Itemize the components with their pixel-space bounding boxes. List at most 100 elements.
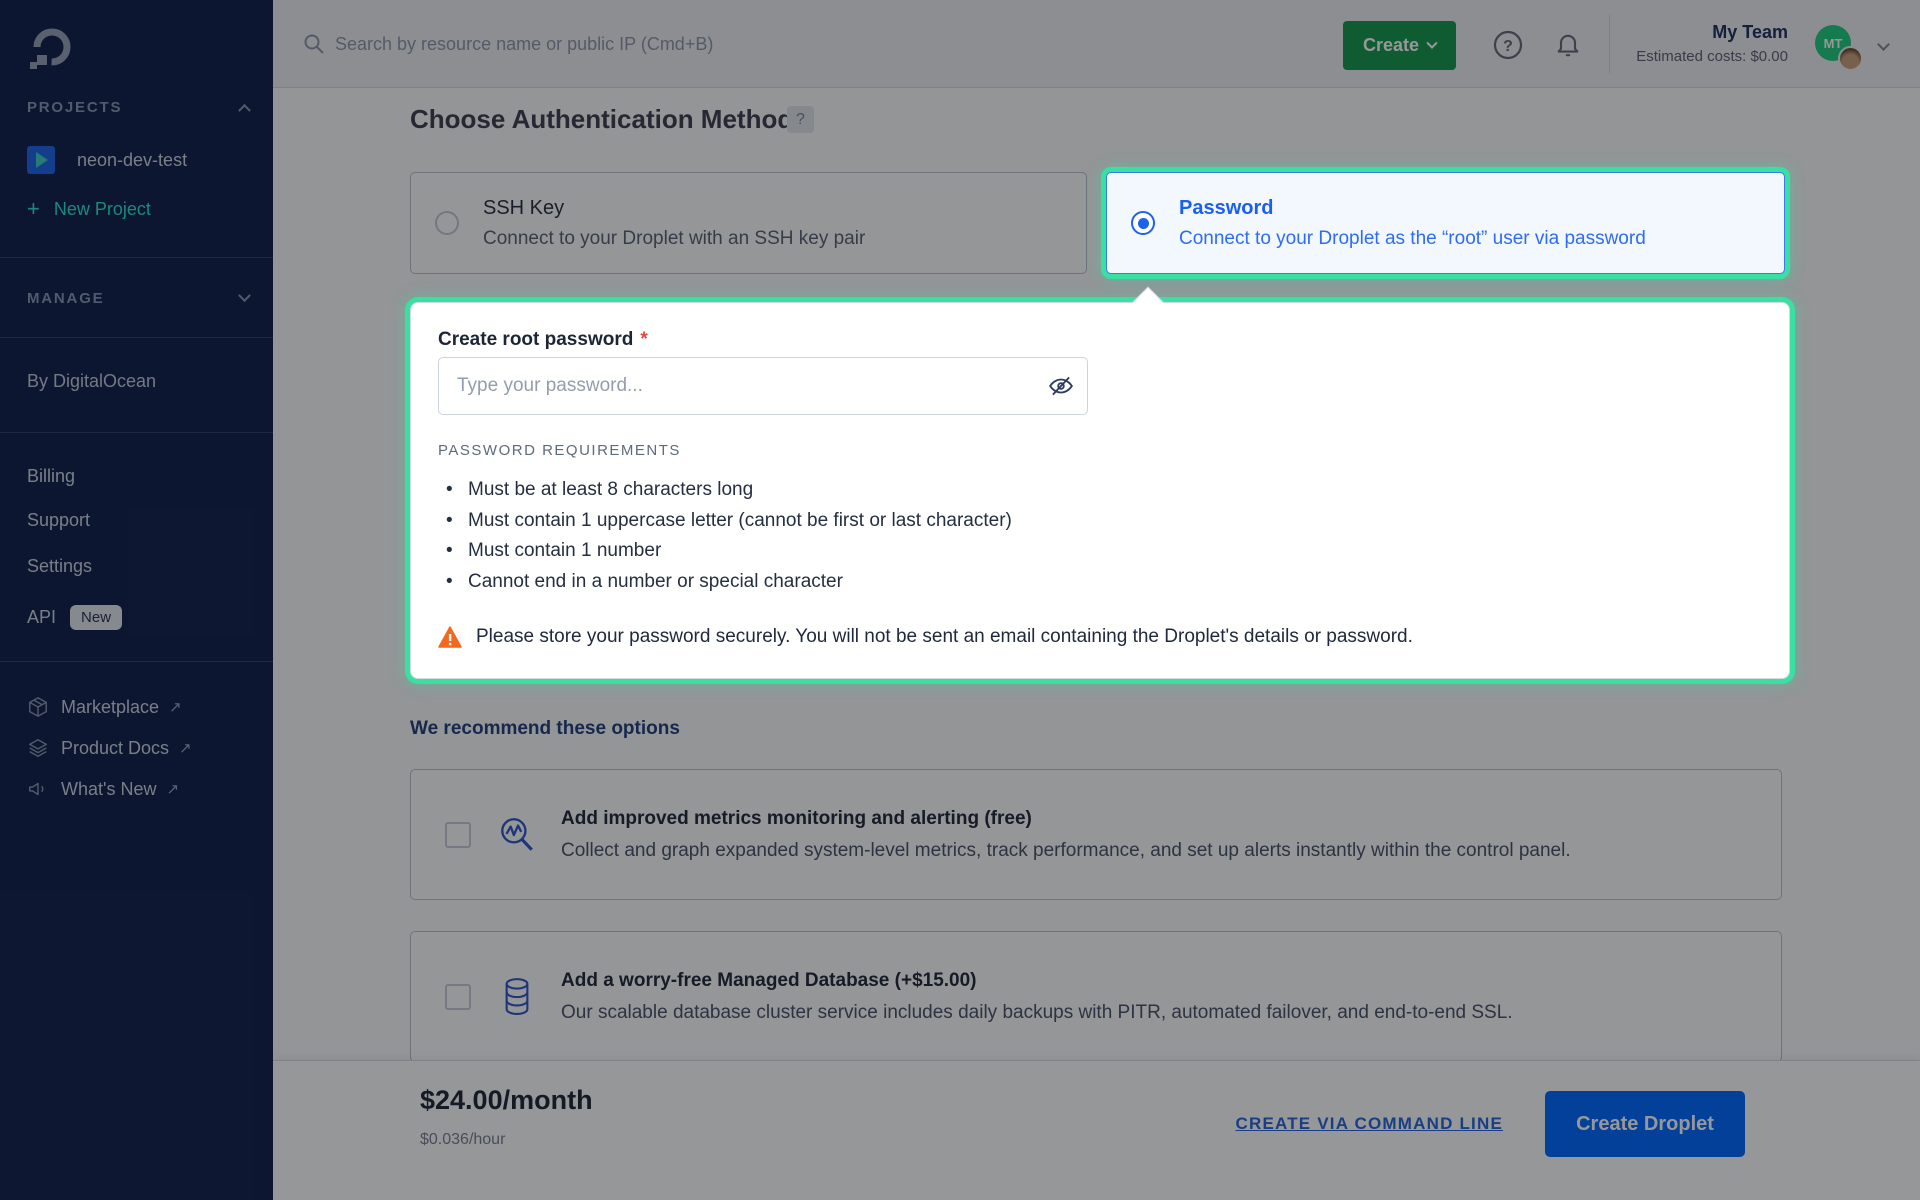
- search-icon: [303, 33, 325, 60]
- avatar-initials: MT: [1824, 36, 1843, 51]
- help-glyph: ?: [1503, 38, 1513, 55]
- chevron-down-icon[interactable]: [1877, 38, 1890, 51]
- password-requirements-list: Must be at least 8 characters long Must …: [438, 475, 1012, 597]
- requirement-item: Cannot end in a number or special charac…: [438, 567, 1012, 598]
- monthly-price: $24.00/month: [420, 1085, 593, 1116]
- option-card-managed-database[interactable]: Add a worry-free Managed Database (+$15.…: [410, 931, 1782, 1062]
- sidebar-item-settings[interactable]: Settings: [27, 550, 249, 582]
- sidebar-item-support[interactable]: Support: [27, 504, 249, 536]
- whats-new-label: What's New: [61, 779, 156, 800]
- topbar-divider: [1609, 15, 1610, 73]
- api-label: API: [27, 607, 56, 628]
- database-icon: [495, 976, 539, 1018]
- sidebar-divider: [0, 257, 273, 258]
- new-project-label: New Project: [54, 199, 151, 220]
- metrics-checkbox[interactable]: [445, 822, 471, 848]
- new-badge: New: [70, 605, 122, 630]
- projects-header-label: PROJECTS: [27, 99, 122, 116]
- root-password-input[interactable]: [438, 357, 1088, 415]
- manage-header-label: MANAGE: [27, 290, 104, 307]
- sidebar-divider: [0, 337, 273, 338]
- password-panel: Create root password* PASSWORD REQUIREME…: [410, 302, 1790, 679]
- password-warning: Please store your password securely. You…: [438, 626, 1413, 648]
- create-button[interactable]: Create: [1343, 21, 1456, 70]
- sidebar-link-whats-new[interactable]: What's New ↗: [27, 772, 249, 806]
- ssh-key-title: SSH Key: [483, 197, 865, 220]
- create-droplet-button[interactable]: Create Droplet: [1545, 1091, 1745, 1157]
- eye-off-icon: [1048, 373, 1074, 399]
- sidebar-item-by-digitalocean[interactable]: By DigitalOcean: [27, 366, 249, 396]
- notifications-bell-button[interactable]: [1554, 30, 1582, 61]
- estimated-costs-label: Estimated costs: $0.00: [1636, 48, 1788, 65]
- requirement-item: Must contain 1 uppercase letter (cannot …: [438, 506, 1012, 537]
- password-description: Connect to your Droplet as the “root” us…: [1179, 228, 1646, 250]
- sidebar-item-api[interactable]: API New: [27, 600, 249, 634]
- database-checkbox[interactable]: [445, 984, 471, 1010]
- footer-bar: $24.00/month $0.036/hour CREATE VIA COMM…: [273, 1060, 1920, 1200]
- external-link-arrow-icon: ↗: [169, 698, 182, 716]
- password-title: Password: [1179, 197, 1646, 220]
- radio-unselected-icon[interactable]: [435, 211, 459, 235]
- hourly-price: $0.036/hour: [420, 1131, 505, 1149]
- sidebar-item-project[interactable]: neon-dev-test: [27, 142, 249, 178]
- create-via-command-line-link[interactable]: CREATE VIA COMMAND LINE: [1236, 1114, 1503, 1134]
- requirement-item: Must be at least 8 characters long: [438, 475, 1012, 506]
- auth-option-ssh-key[interactable]: SSH Key Connect to your Droplet with an …: [410, 172, 1087, 274]
- recommend-heading: We recommend these options: [410, 718, 680, 740]
- panel-caret: [1132, 286, 1163, 317]
- projects-section-header[interactable]: PROJECTS: [27, 93, 249, 121]
- chevron-up-icon: [238, 103, 251, 116]
- external-link-arrow-icon: ↗: [179, 739, 192, 757]
- digitalocean-logo-icon[interactable]: [28, 26, 74, 72]
- metrics-option-title: Add improved metrics monitoring and aler…: [561, 808, 1571, 830]
- user-avatar[interactable]: [1838, 46, 1863, 71]
- sidebar-divider: [0, 432, 273, 433]
- sidebar-link-marketplace[interactable]: Marketplace ↗: [27, 690, 249, 724]
- team-menu[interactable]: My Team Estimated costs: $0.00: [1636, 22, 1788, 65]
- main-content: Choose Authentication Method ? SSH Key C…: [273, 89, 1920, 1060]
- search-input[interactable]: [335, 24, 1095, 64]
- ssh-key-description: Connect to your Droplet with an SSH key …: [483, 228, 865, 250]
- new-project-button[interactable]: + New Project: [27, 191, 249, 227]
- billing-label: Billing: [27, 466, 75, 487]
- project-name-label: neon-dev-test: [77, 150, 187, 171]
- required-asterisk: *: [640, 329, 647, 350]
- marketplace-label: Marketplace: [61, 697, 159, 718]
- database-option-title: Add a worry-free Managed Database (+$15.…: [561, 970, 1513, 992]
- auth-option-password[interactable]: Password Connect to your Droplet as the …: [1106, 172, 1785, 274]
- cube-icon: [27, 696, 49, 718]
- database-option-description: Our scalable database cluster service in…: [561, 1002, 1513, 1024]
- warning-text: Please store your password securely. You…: [476, 626, 1413, 648]
- team-name-label: My Team: [1636, 22, 1788, 43]
- settings-label: Settings: [27, 556, 92, 577]
- product-docs-label: Product Docs: [61, 738, 169, 759]
- create-button-label: Create: [1363, 35, 1419, 56]
- project-icon: [27, 146, 55, 174]
- sidebar-link-product-docs[interactable]: Product Docs ↗: [27, 731, 249, 765]
- help-button[interactable]: ?: [1493, 30, 1523, 63]
- radio-selected-icon[interactable]: [1131, 211, 1155, 235]
- topbar: Create ? My Team Estimated costs: $0.00 …: [273, 0, 1920, 88]
- warning-triangle-icon: [438, 626, 462, 648]
- metrics-monitoring-icon: [495, 814, 539, 856]
- support-label: Support: [27, 510, 90, 531]
- sidebar-item-billing[interactable]: Billing: [27, 460, 249, 492]
- requirement-item: Must contain 1 number: [438, 536, 1012, 567]
- heading-help-badge[interactable]: ?: [787, 106, 814, 133]
- sidebar-divider: [0, 661, 273, 662]
- option-card-metrics[interactable]: Add improved metrics monitoring and aler…: [410, 769, 1782, 900]
- external-link-arrow-icon: ↗: [166, 780, 179, 798]
- create-root-password-label: Create root password*: [438, 329, 648, 351]
- metrics-option-description: Collect and graph expanded system-level …: [561, 840, 1571, 862]
- page-title: Choose Authentication Method: [410, 104, 793, 135]
- chevron-down-icon: [1426, 37, 1437, 48]
- megaphone-icon: [27, 778, 49, 800]
- manage-section-header[interactable]: MANAGE: [27, 284, 249, 312]
- chevron-down-icon: [238, 289, 251, 302]
- layers-icon: [27, 737, 49, 759]
- password-requirements-header: PASSWORD REQUIREMENTS: [438, 442, 681, 459]
- by-digitalocean-label: By DigitalOcean: [27, 371, 156, 392]
- toggle-password-visibility-button[interactable]: [1048, 373, 1074, 402]
- plus-icon: +: [27, 196, 40, 222]
- sidebar: PROJECTS neon-dev-test + New Project MAN…: [0, 0, 273, 1200]
